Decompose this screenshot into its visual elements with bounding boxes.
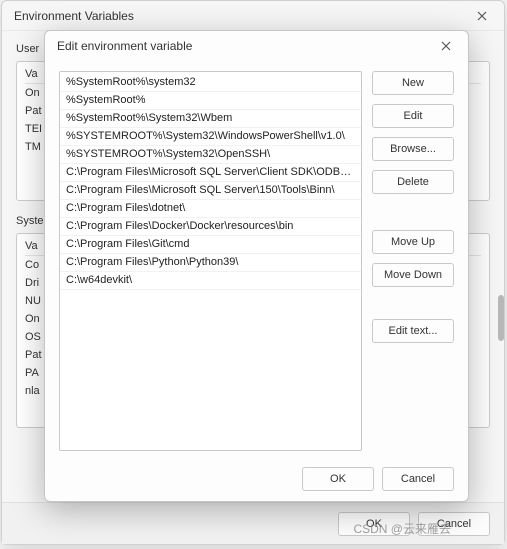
move-down-button[interactable]: Move Down [372,263,454,287]
move-up-button[interactable]: Move Up [372,230,454,254]
child-footer: OK Cancel [45,457,468,501]
close-icon [441,41,451,51]
path-list-item[interactable]: %SystemRoot% [60,92,361,110]
path-list[interactable]: %SystemRoot%\system32%SystemRoot%%System… [59,71,362,451]
parent-close-button[interactable] [468,6,496,26]
path-list-item[interactable]: C:\Program Files\Microsoft SQL Server\15… [60,182,361,200]
browse-button[interactable]: Browse... [372,137,454,161]
edit-env-var-dialog: Edit environment variable %SystemRoot%\s… [44,30,469,502]
new-button[interactable]: New [372,71,454,95]
edit-button[interactable]: Edit [372,104,454,128]
side-buttons: New Edit Browse... Delete Move Up Move D… [372,71,454,451]
path-list-item[interactable]: C:\Program Files\dotnet\ [60,200,361,218]
child-cancel-button[interactable]: Cancel [382,467,454,491]
parent-cancel-button[interactable]: Cancel [418,512,490,536]
path-list-item[interactable]: C:\Program Files\Git\cmd [60,236,361,254]
path-list-item[interactable]: C:\Program Files\Microsoft SQL Server\Cl… [60,164,361,182]
path-list-item[interactable]: C:\Program Files\Docker\Docker\resources… [60,218,361,236]
child-body: %SystemRoot%\system32%SystemRoot%%System… [45,61,468,457]
parent-titlebar: Environment Variables [2,1,504,31]
child-title: Edit environment variable [53,39,192,53]
path-list-item[interactable]: %SYSTEMROOT%\System32\WindowsPowerShell\… [60,128,361,146]
parent-footer: OK Cancel [2,502,504,544]
path-list-item[interactable]: %SystemRoot%\system32 [60,74,361,92]
parent-title: Environment Variables [10,9,134,23]
parent-ok-button[interactable]: OK [338,512,410,536]
delete-button[interactable]: Delete [372,170,454,194]
close-icon [477,11,487,21]
path-list-item[interactable]: %SystemRoot%\System32\Wbem [60,110,361,128]
child-ok-button[interactable]: OK [302,467,374,491]
edit-text-button[interactable]: Edit text... [372,319,454,343]
parent-scrollbar-thumb[interactable] [498,295,504,341]
path-list-item[interactable]: %SYSTEMROOT%\System32\OpenSSH\ [60,146,361,164]
child-titlebar: Edit environment variable [45,31,468,61]
child-close-button[interactable] [432,35,460,57]
path-list-item[interactable]: C:\Program Files\Python\Python39\ [60,254,361,272]
path-list-item[interactable]: C:\w64devkit\ [60,272,361,290]
